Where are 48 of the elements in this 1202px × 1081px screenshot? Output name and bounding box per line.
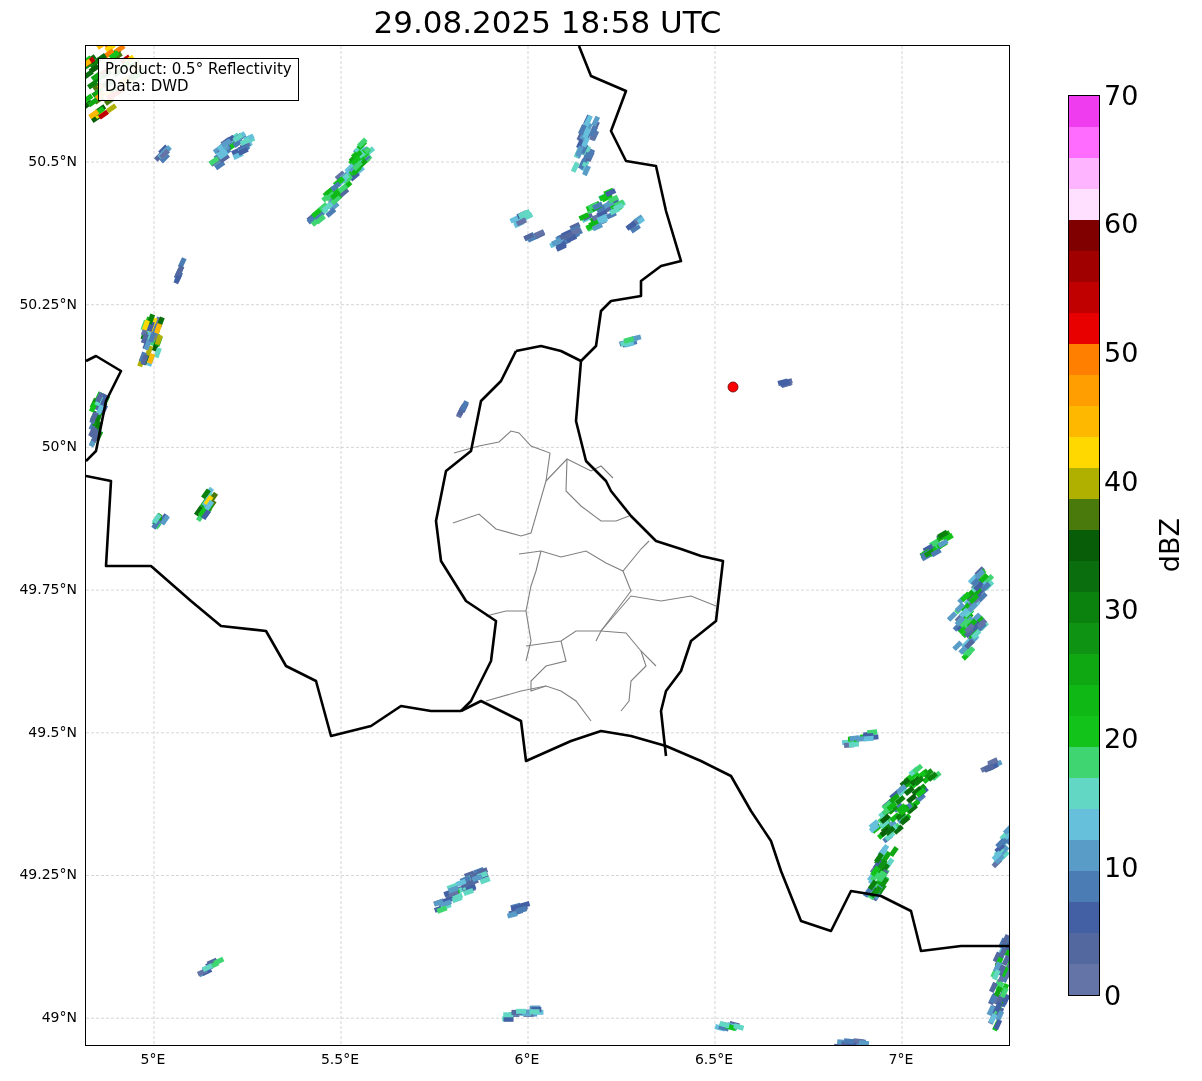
info-text: Product: 0.5° Reflectivity <box>105 61 292 79</box>
radar-echo <box>137 313 165 368</box>
longitude-label: 6.5°E <box>694 1052 734 1069</box>
radar-echo <box>619 334 642 348</box>
longitude-label: 5.5°E <box>320 1052 360 1069</box>
radar-echo <box>919 529 954 562</box>
radar-echo <box>154 144 172 164</box>
latitude-label: 50.25°N <box>19 296 77 311</box>
colorbar-tick-label: 60 <box>1104 210 1139 238</box>
latitude-label: 49.25°N <box>19 867 77 882</box>
latitude-label: 50°N <box>41 439 77 454</box>
info-text: Data: DWD <box>105 78 190 96</box>
colorbar-tick-label: 50 <box>1104 338 1139 366</box>
radar-echo <box>523 229 546 243</box>
longitude-label: 5°E <box>140 1052 166 1069</box>
colorbar-label: dBZ <box>1156 518 1183 573</box>
radar-echo <box>509 209 534 229</box>
radar-echo <box>151 512 170 530</box>
radar-echo <box>777 378 793 388</box>
colorbar-tick-label: 10 <box>1104 853 1139 881</box>
radar-echo <box>433 867 491 914</box>
radar-echo <box>193 486 219 523</box>
chart-title: 29.08.2025 18:58 UTC <box>373 7 722 38</box>
latitude-label: 49.75°N <box>19 582 77 597</box>
radar-echo <box>841 729 879 749</box>
radar-echo <box>991 824 1009 869</box>
longitude-label: 6°E <box>514 1052 540 1069</box>
radar-echo <box>833 1038 870 1045</box>
radar-echo <box>173 257 187 285</box>
latitude-label: 50.5°N <box>28 154 77 168</box>
radar-echo <box>456 400 469 419</box>
radar-echo <box>196 956 225 978</box>
colorbar-tick-label: 30 <box>1104 596 1139 624</box>
radar-echo <box>506 901 531 919</box>
latitude-label: 49.5°N <box>28 724 77 739</box>
latitude-label: 49°N <box>41 1010 77 1025</box>
colorbar-tick-label: 0 <box>1104 982 1122 1010</box>
colorbar-tick-label: 20 <box>1104 725 1139 752</box>
radar-echo <box>502 1005 544 1022</box>
colorbar-tick-label: 70 <box>1104 81 1139 109</box>
radar-site-icon <box>727 381 739 393</box>
radar-echo <box>570 114 601 177</box>
radar-echo <box>980 757 1003 773</box>
radar-echo <box>952 612 989 661</box>
longitude-label: 7°E <box>888 1052 914 1069</box>
radar-echo <box>88 391 111 448</box>
colorbar-tick-label: 40 <box>1104 467 1139 495</box>
radar-echo <box>714 1020 745 1032</box>
